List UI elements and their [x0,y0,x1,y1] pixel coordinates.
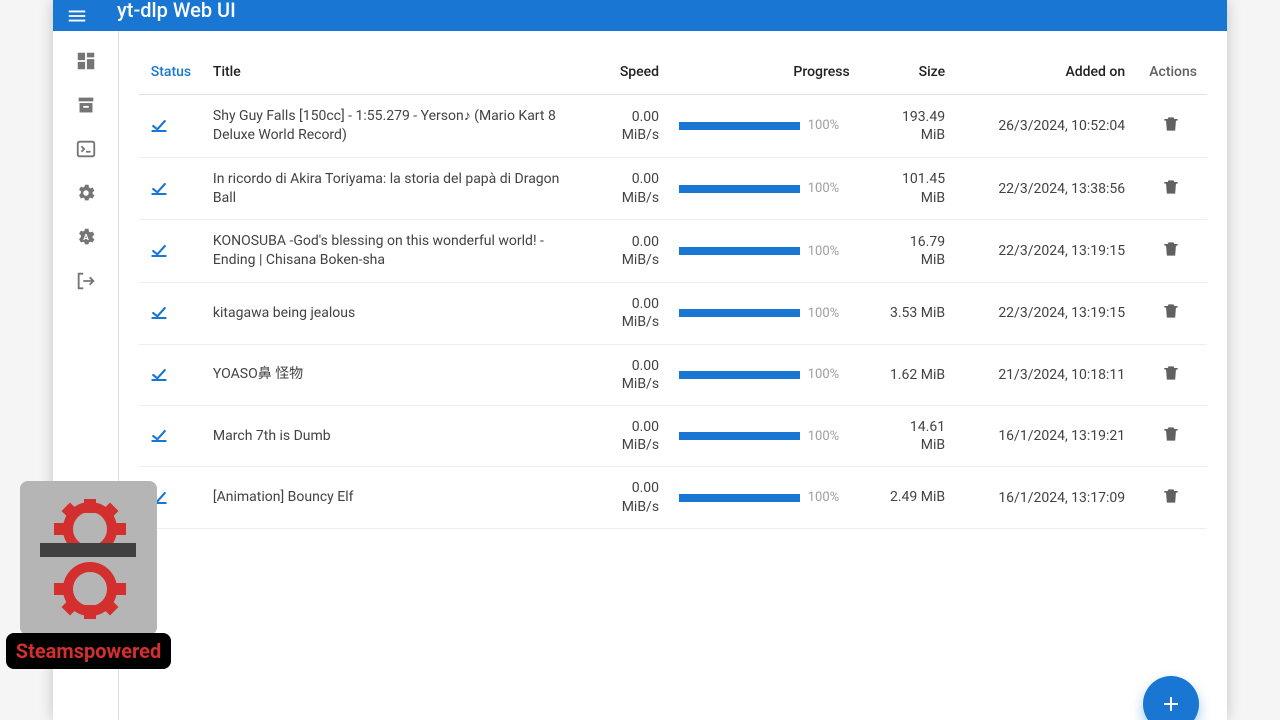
col-title: Title [203,51,584,94]
delete-button[interactable] [1161,424,1181,444]
delete-button[interactable] [1161,363,1181,383]
row-title: March 7th is Dumb [203,405,584,466]
main: Status Title Speed Progress Size Added o… [119,31,1227,720]
row-size: 193.49MiB [860,94,955,157]
table-row: YOASO鼻 怪物0.00MiB/s 100% 1.62 MiB21/3/2024,… [139,344,1207,405]
delete-button[interactable] [1161,177,1181,197]
row-speed: 0.00MiB/s [584,157,669,220]
app-window: yt-dlp Web UI A [53,0,1227,720]
progress-pct: 100% [808,429,850,444]
body: A Status Title Speed Progress Size Added… [53,31,1227,720]
sidebar-item-archive[interactable] [74,93,98,117]
archive-icon [75,94,97,116]
table-row: [Animation] Bouncy Elf0.00MiB/s 100% 2.49 … [139,467,1207,528]
sidebar-item-settings[interactable] [74,181,98,205]
logout-icon [75,270,97,292]
row-added: 22/3/2024, 13:19:15 [955,220,1135,283]
row-title: In ricordo di Akira Toriyama: la storia … [203,157,584,220]
row-speed: 0.00MiB/s [584,344,669,405]
row-added: 26/3/2024, 10:52:04 [955,94,1135,157]
progress: 100% [679,429,850,444]
plus-icon [1159,692,1183,716]
done-icon [149,241,193,261]
table-row: kitagawa being jealous0.00MiB/s 100% 3.53 … [139,283,1207,344]
done-icon [149,179,193,199]
table-row: KONOSUBA -God's blessing on this wonderf… [139,220,1207,283]
row-speed: 0.00MiB/s [584,283,669,344]
progress: 100% [679,306,850,321]
table-row: March 7th is Dumb0.00MiB/s 100% 14.61MiB16… [139,405,1207,466]
row-added: 22/3/2024, 13:19:15 [955,283,1135,344]
app-title: yt-dlp Web UI [117,0,236,22]
sidebar-item-auto[interactable]: A [74,225,98,249]
progress-pct: 100% [808,118,850,133]
menu-button[interactable] [65,4,89,28]
watermark-label: Steamspowered [6,633,171,669]
progress-pct: 100% [808,490,850,505]
add-download-fab[interactable] [1143,676,1199,720]
terminal-icon [75,138,97,160]
row-speed: 0.00MiB/s [584,220,669,283]
row-size: 1.62 MiB [860,344,955,405]
row-title: KONOSUBA -God's blessing on this wonderf… [203,220,584,283]
auto-settings-icon: A [75,226,97,248]
row-size: 3.53 MiB [860,283,955,344]
titlebar: yt-dlp Web UI [53,0,1227,31]
row-added: 22/3/2024, 13:38:56 [955,157,1135,220]
row-size: 14.61MiB [860,405,955,466]
hamburger-icon [66,5,88,27]
col-actions: Actions [1135,51,1207,94]
row-size: 2.49 MiB [860,467,955,528]
done-icon [149,365,193,385]
delete-button[interactable] [1161,239,1181,259]
row-speed: 0.00MiB/s [584,405,669,466]
progress: 100% [679,118,850,133]
row-title: Shy Guy Falls [150cc] - 1:55.279 - Yerso… [203,94,584,157]
row-size: 101.45MiB [860,157,955,220]
watermark: Steamspowered [20,481,157,669]
delete-button[interactable] [1161,486,1181,506]
row-title: [Animation] Bouncy Elf [203,467,584,528]
col-added: Added on [955,51,1135,94]
progress-pct: 100% [808,367,850,382]
progress-pct: 100% [808,306,850,321]
table-row: In ricordo di Akira Toriyama: la storia … [139,157,1207,220]
downloads-table: Status Title Speed Progress Size Added o… [139,51,1207,529]
col-status: Status [139,51,203,94]
progress-pct: 100% [808,181,850,196]
delete-button[interactable] [1161,301,1181,321]
watermark-logo [20,481,157,635]
progress: 100% [679,181,850,196]
done-icon [149,426,193,446]
gear-logo-icon [20,481,157,635]
done-icon [149,116,193,136]
progress-pct: 100% [808,244,850,259]
row-added: 16/1/2024, 13:19:21 [955,405,1135,466]
row-speed: 0.00MiB/s [584,467,669,528]
table-row: Shy Guy Falls [150cc] - 1:55.279 - Yerso… [139,94,1207,157]
dashboard-icon [75,50,97,72]
progress: 100% [679,244,850,259]
progress: 100% [679,490,850,505]
row-title: kitagawa being jealous [203,283,584,344]
row-added: 16/1/2024, 13:17:09 [955,467,1135,528]
sidebar-item-terminal[interactable] [74,137,98,161]
row-added: 21/3/2024, 10:18:11 [955,344,1135,405]
sidebar-item-dashboard[interactable] [74,49,98,73]
sidebar-item-logout[interactable] [74,269,98,293]
progress: 100% [679,367,850,382]
row-speed: 0.00MiB/s [584,94,669,157]
col-size: Size [860,51,955,94]
svg-text:A: A [83,233,89,243]
settings-icon [75,182,97,204]
row-title: YOASO鼻 怪物 [203,344,584,405]
delete-button[interactable] [1161,114,1181,134]
done-icon [149,303,193,323]
col-speed: Speed [584,51,669,94]
col-progress: Progress [669,51,860,94]
row-size: 16.79MiB [860,220,955,283]
